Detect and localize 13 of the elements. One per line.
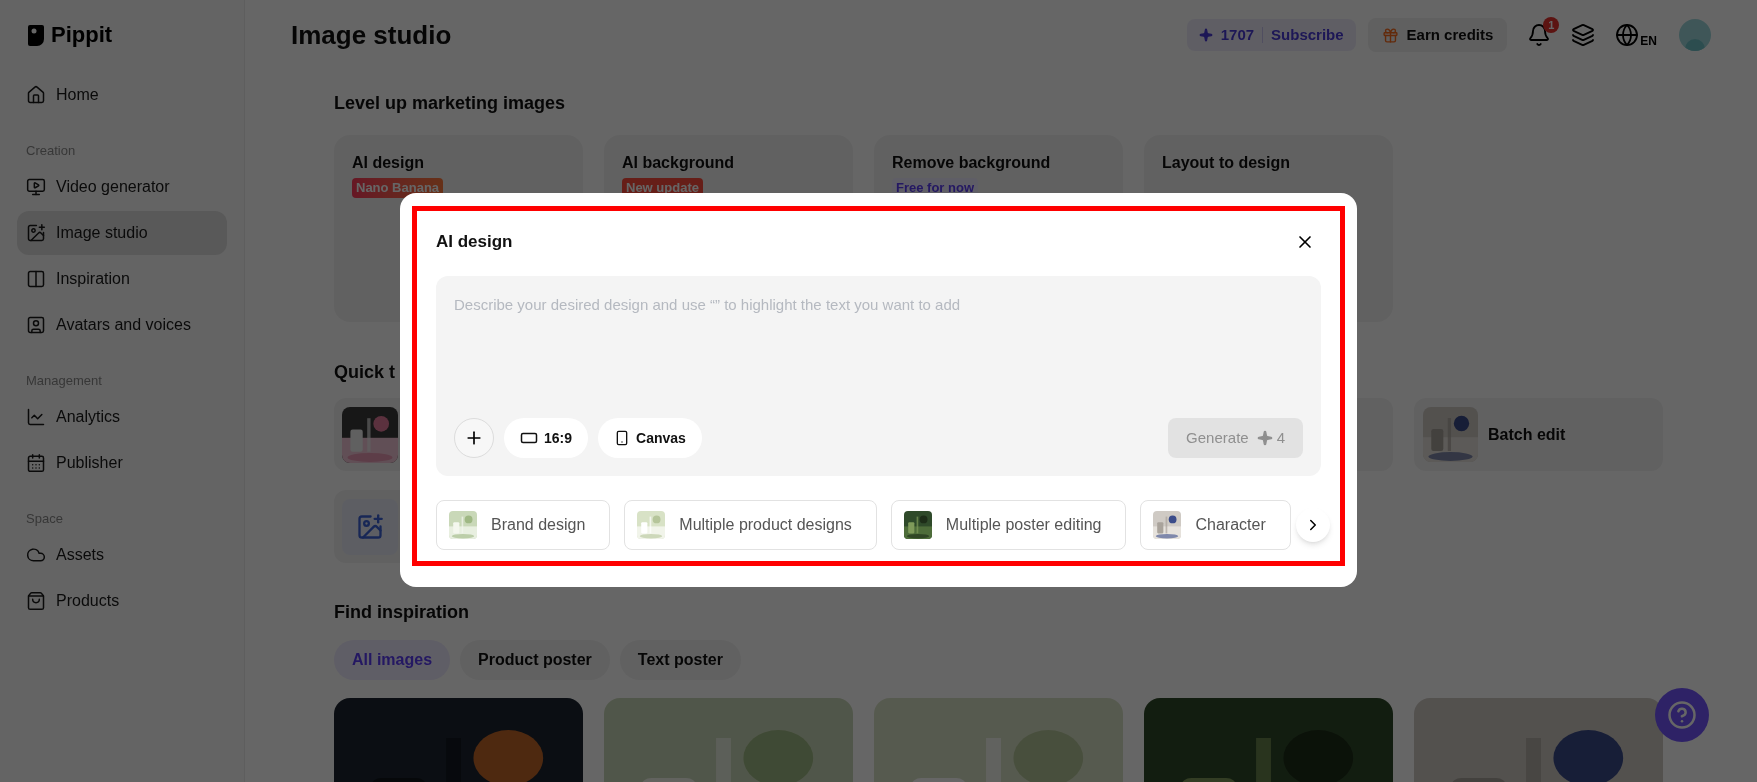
section-title: Find inspiration (334, 601, 470, 624)
section-title: Level up marketing images (334, 92, 567, 115)
section-title: Quick t (334, 361, 396, 384)
card-title: Layout to design (1162, 153, 1291, 173)
tool-label: Batch edit (1488, 424, 1566, 445)
card-title: Remove background (892, 153, 1052, 173)
card-title: AI design (352, 153, 425, 173)
card-title: AI background (622, 153, 735, 173)
credit-count: 1707 (1220, 24, 1255, 45)
logo-text: Pippit (51, 21, 113, 49)
page-title: Image studio (291, 18, 452, 52)
dialog-title: AI design (436, 231, 513, 254)
notification-badge: 1 (1543, 17, 1560, 33)
